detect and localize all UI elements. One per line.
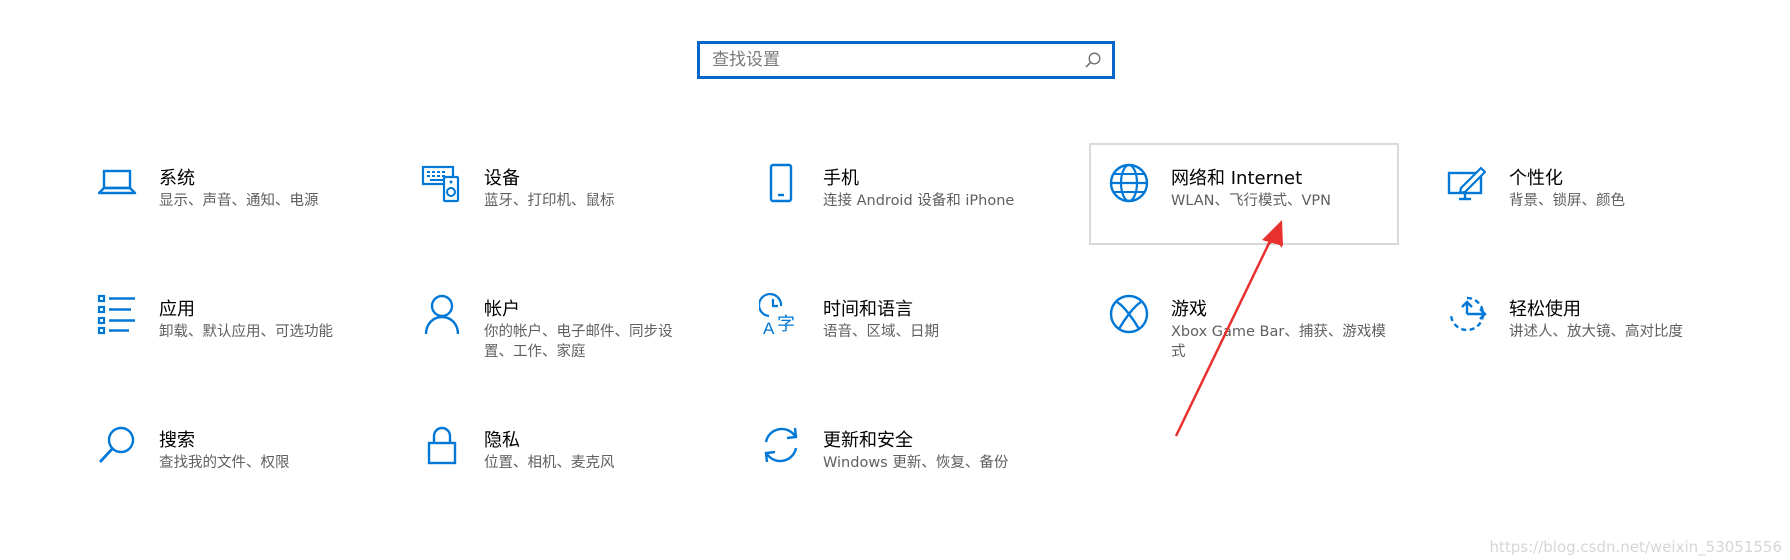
watermark: https://blog.csdn.net/weixin_53051556 bbox=[1489, 538, 1782, 556]
person-icon bbox=[420, 292, 464, 336]
tile-title: 游戏 bbox=[1171, 299, 1207, 320]
tile-description: 你的帐户、电子邮件、同步设置、工作、家庭 bbox=[484, 324, 673, 360]
tile-description: Windows 更新、恢复、备份 bbox=[823, 455, 1009, 471]
tile-network[interactable]: 网络和 Internet WLAN、飞行模式、VPN bbox=[1089, 143, 1399, 245]
app-list-icon bbox=[95, 292, 139, 336]
tile-title: 应用 bbox=[159, 299, 195, 320]
tile-description: WLAN、飞行模式、VPN bbox=[1171, 193, 1332, 209]
tile-description: 查找我的文件、权限 bbox=[159, 455, 290, 471]
tile-ease-of-access[interactable]: 轻松使用 讲述人、放大镜、高对比度 bbox=[1427, 274, 1737, 376]
keyboard-speaker-icon bbox=[420, 161, 464, 205]
tile-title: 个性化 bbox=[1509, 168, 1563, 189]
tile-devices[interactable]: 设备 蓝牙、打印机、鼠标 bbox=[402, 143, 712, 245]
tile-title: 网络和 Internet bbox=[1171, 168, 1303, 189]
tile-accounts[interactable]: 帐户 你的帐户、电子邮件、同步设置、工作、家庭 bbox=[402, 274, 712, 376]
settings-home: 系统 显示、声音、通知、电源 设备 蓝牙、打印机、鼠标 bbox=[0, 0, 1790, 560]
laptop-icon bbox=[95, 161, 139, 205]
tile-description: Xbox Game Bar、捕获、游戏模式 bbox=[1171, 324, 1386, 360]
tile-update-security[interactable]: 更新和安全 Windows 更新、恢复、备份 bbox=[741, 405, 1051, 507]
svg-text:A: A bbox=[763, 319, 775, 336]
tile-description: 蓝牙、打印机、鼠标 bbox=[484, 193, 615, 209]
tile-description: 显示、声音、通知、电源 bbox=[159, 193, 319, 209]
tile-description: 讲述人、放大镜、高对比度 bbox=[1509, 324, 1683, 340]
tile-description: 位置、相机、麦克风 bbox=[484, 455, 615, 471]
search-box[interactable] bbox=[697, 41, 1115, 79]
tile-gaming[interactable]: 游戏 Xbox Game Bar、捕获、游戏模式 bbox=[1089, 274, 1399, 376]
tile-title: 更新和安全 bbox=[823, 430, 913, 451]
tile-title: 帐户 bbox=[484, 299, 520, 320]
svg-text:字: 字 bbox=[777, 314, 795, 334]
tile-title: 时间和语言 bbox=[823, 299, 913, 320]
tile-description: 背景、锁屏、颜色 bbox=[1509, 193, 1625, 209]
phone-icon bbox=[759, 161, 803, 205]
magnifier-icon bbox=[95, 423, 139, 467]
paint-screen-icon bbox=[1445, 161, 1489, 205]
tile-title: 隐私 bbox=[484, 430, 520, 451]
tile-time-language[interactable]: A 字 时间和语言 语音、区域、日期 bbox=[741, 274, 1051, 376]
tile-search[interactable]: 搜索 查找我的文件、权限 bbox=[77, 405, 387, 507]
xbox-icon bbox=[1107, 292, 1151, 336]
clock-language-icon: A 字 bbox=[759, 292, 803, 336]
tile-system[interactable]: 系统 显示、声音、通知、电源 bbox=[77, 143, 387, 245]
tile-title: 轻松使用 bbox=[1509, 299, 1581, 320]
search-input[interactable] bbox=[712, 44, 1082, 76]
tile-description: 卸载、默认应用、可选功能 bbox=[159, 324, 333, 340]
lock-icon bbox=[420, 423, 464, 467]
tile-phone[interactable]: 手机 连接 Android 设备和 iPhone bbox=[741, 143, 1051, 245]
tile-apps[interactable]: 应用 卸载、默认应用、可选功能 bbox=[77, 274, 387, 376]
tile-personalization[interactable]: 个性化 背景、锁屏、颜色 bbox=[1427, 143, 1737, 245]
tile-title: 手机 bbox=[823, 168, 859, 189]
tile-title: 设备 bbox=[484, 168, 520, 189]
tile-privacy[interactable]: 隐私 位置、相机、麦克风 bbox=[402, 405, 712, 507]
search-icon[interactable] bbox=[1084, 51, 1102, 69]
tile-description: 连接 Android 设备和 iPhone bbox=[823, 193, 1015, 209]
ease-of-access-icon bbox=[1445, 292, 1489, 336]
tile-title: 系统 bbox=[159, 168, 195, 189]
tile-description: 语音、区域、日期 bbox=[823, 324, 939, 340]
globe-icon bbox=[1107, 161, 1151, 205]
sync-arrows-icon bbox=[759, 423, 803, 467]
tile-title: 搜索 bbox=[159, 430, 195, 451]
